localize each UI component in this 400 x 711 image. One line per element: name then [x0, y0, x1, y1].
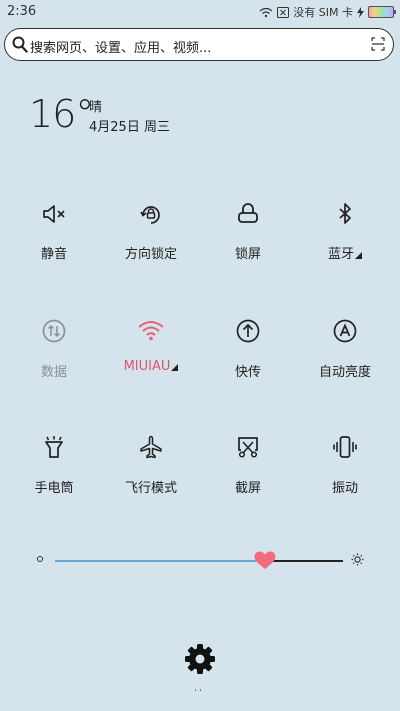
- date: 4月25日 周三: [89, 120, 170, 135]
- toggle-wifi[interactable]: MIUIAU: [106, 319, 196, 374]
- quick-transfer-icon: [236, 319, 260, 343]
- expand-indicator-icon: [355, 252, 362, 259]
- brightness-slider-fill: [55, 560, 265, 562]
- toggle-mute[interactable]: 静音: [9, 203, 99, 262]
- wifi-icon: [138, 321, 164, 341]
- status-icons: 没有 SIM 卡: [259, 4, 396, 20]
- settings-gear-icon[interactable]: [184, 643, 216, 675]
- wifi-status-icon: [259, 7, 273, 18]
- search-icon: [12, 36, 28, 53]
- vibrate-icon: [333, 436, 357, 458]
- weather-condition: 晴: [89, 100, 103, 115]
- toggle-label: 锁屏: [234, 247, 261, 262]
- toggle-mobile-data[interactable]: 数据: [9, 319, 99, 380]
- no-sim-text: 没有 SIM 卡: [293, 6, 353, 19]
- search-bar[interactable]: 搜索网页、设置、应用、视频...: [4, 28, 394, 61]
- toggle-flashlight[interactable]: 手电筒: [9, 435, 99, 496]
- no-sim-icon: [277, 6, 290, 18]
- brightness-low-icon: [37, 556, 43, 562]
- rotation-lock-icon: [140, 206, 160, 224]
- lock-icon: [238, 203, 258, 223]
- toggle-vibrate[interactable]: 振动: [300, 435, 390, 496]
- toggle-label: 飞行模式: [124, 481, 177, 496]
- toggle-label: 蓝牙: [300, 243, 390, 262]
- toggle-lock-screen[interactable]: 锁屏: [203, 203, 293, 262]
- toggle-airplane-mode[interactable]: 飞行模式: [106, 435, 196, 496]
- auto-brightness-icon: [333, 319, 357, 343]
- brightness-slider[interactable]: [55, 551, 343, 569]
- scan-icon[interactable]: [371, 37, 385, 51]
- expand-indicator-icon: [171, 364, 179, 371]
- toggle-label: 方向锁定: [124, 247, 177, 262]
- screenshot-icon: [238, 437, 258, 458]
- toggle-label: 静音: [40, 247, 67, 262]
- mobile-data-icon: [42, 319, 66, 343]
- toggle-rotation-lock[interactable]: 方向锁定: [106, 203, 196, 262]
- toggle-label: 手电筒: [34, 481, 74, 496]
- bluetooth-icon: [339, 203, 351, 224]
- toggle-bluetooth[interactable]: 蓝牙: [300, 203, 390, 262]
- heart-thumb-icon[interactable]: [254, 551, 276, 570]
- mute-icon: [43, 205, 65, 223]
- toggle-label: 数据: [40, 365, 67, 380]
- toggle-label: MIUIAU: [106, 359, 196, 374]
- battery-icon: [368, 6, 396, 18]
- status-bar: 2:36 没有 SIM 卡: [0, 0, 400, 24]
- charging-icon: [357, 6, 364, 18]
- temperature: 16°: [29, 92, 94, 136]
- toggle-quick-transfer[interactable]: 快传: [203, 319, 293, 380]
- status-time: 2:36: [7, 4, 37, 19]
- drawer-handle[interactable]: ˙˙: [193, 689, 203, 700]
- search-input[interactable]: 搜索网页、设置、应用、视频...: [30, 37, 211, 56]
- flashlight-icon: [45, 436, 63, 458]
- toggle-label: 自动亮度: [318, 365, 371, 380]
- toggle-auto-brightness[interactable]: 自动亮度: [300, 319, 390, 380]
- airplane-icon: [140, 435, 162, 459]
- brightness-high-icon: [351, 553, 364, 566]
- toggle-label: 截屏: [234, 481, 261, 496]
- toggle-screenshot[interactable]: 截屏: [203, 435, 293, 496]
- toggle-label: 振动: [331, 481, 358, 496]
- toggle-label: 快传: [234, 365, 261, 380]
